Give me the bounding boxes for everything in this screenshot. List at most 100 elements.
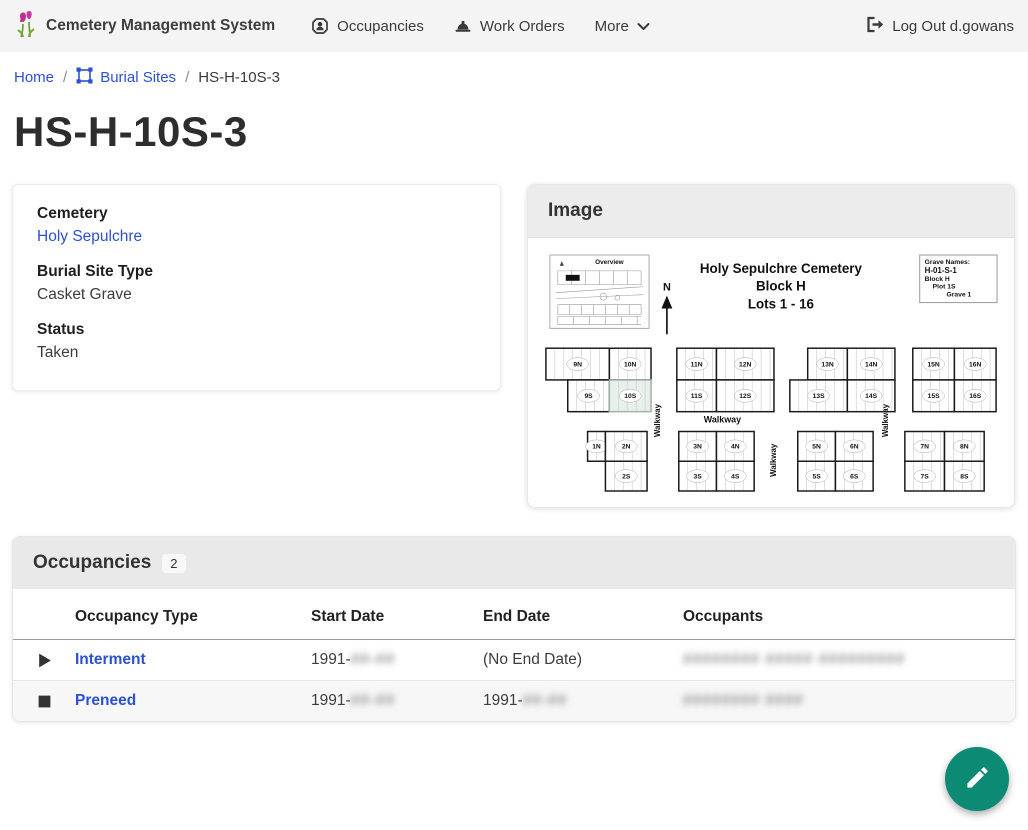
plot-cell-4S: 4S <box>716 461 754 491</box>
nav-item-work-orders[interactable]: Work Orders <box>454 18 565 35</box>
burial-site-details-card: Cemetery Holy Sepulchre Burial Site Type… <box>12 184 501 391</box>
top-navbar: Cemetery Management System Occupancies <box>0 0 1028 52</box>
plot-cell-15S: 15S <box>913 380 955 412</box>
plot-cell-13N: 13N <box>808 348 848 380</box>
svg-text:10S: 10S <box>624 393 636 400</box>
svg-text:3S: 3S <box>694 473 703 480</box>
column-header-type: Occupancy Type <box>75 608 311 626</box>
svg-text:Plot 1S: Plot 1S <box>933 284 956 291</box>
breadcrumb-burial-sites-link[interactable]: Burial Sites <box>76 67 176 88</box>
square-stop-icon <box>13 694 75 709</box>
table-header-row: Occupancy Type Start Date End Date Occup… <box>13 589 1015 640</box>
end-date-cell: (No End Date) <box>483 651 683 669</box>
redacted-text: ######## ##### ######### <box>683 651 905 668</box>
page-title: HS-H-10S-3 <box>0 94 1028 158</box>
plot-cell-8S: 8S <box>945 461 985 491</box>
svg-text:7S: 7S <box>921 473 930 480</box>
burial-site-icon <box>76 67 93 88</box>
svg-text:8N: 8N <box>960 444 969 451</box>
svg-text:6N: 6N <box>850 444 859 451</box>
svg-text:4N: 4N <box>731 444 740 451</box>
field-value: Taken <box>37 344 476 362</box>
walkway-label: Walkway <box>881 403 890 437</box>
svg-text:15N: 15N <box>927 361 939 368</box>
plot-cell-7S: 7S <box>905 461 945 491</box>
field-label: Burial Site Type <box>37 263 476 281</box>
app-brand[interactable]: Cemetery Management System <box>14 10 275 43</box>
plot-cell-4N: 4N <box>716 431 754 461</box>
svg-text:5N: 5N <box>812 444 821 451</box>
plot-cell-2S: 2S <box>605 461 647 491</box>
image-card-header: Image <box>528 185 1014 238</box>
map-title: Holy Sepulchre Cemetery Block H Lots 1 -… <box>700 261 863 312</box>
plot-cell-5S: 5S <box>798 461 836 491</box>
column-header-end: End Date <box>483 608 683 626</box>
plot-cell-16S: 16S <box>954 380 996 412</box>
play-icon <box>13 652 75 669</box>
svg-text:11S: 11S <box>691 393 703 400</box>
svg-text:Block H: Block H <box>925 276 950 283</box>
plot-cell-14N: 14N <box>847 348 895 380</box>
svg-text:16S: 16S <box>969 393 981 400</box>
occupancy-type-link[interactable]: Interment <box>75 651 146 668</box>
occupants-cell: ######## ##### ######### <box>683 651 1015 669</box>
svg-text:12S: 12S <box>739 393 751 400</box>
edit-fab-button[interactable] <box>945 747 1009 811</box>
hard-hat-icon <box>454 18 472 34</box>
plot-cell-11N: 11N <box>677 348 717 380</box>
chevron-down-icon <box>637 22 650 31</box>
svg-text:Holy Sepulchre Cemetery: Holy Sepulchre Cemetery <box>700 261 863 276</box>
nav-item-occupancies[interactable]: Occupancies <box>311 17 424 35</box>
field-status: Status Taken <box>37 321 476 362</box>
field-label: Cemetery <box>37 205 476 223</box>
svg-text:10N: 10N <box>624 361 636 368</box>
svg-text:Lots 1 - 16: Lots 1 - 16 <box>748 297 814 312</box>
column-header-start: Start Date <box>311 608 483 626</box>
plot-grid: 9N10N9S10S11N12N11S12S13N14N13S14S15N16N… <box>546 348 996 491</box>
svg-text:14S: 14S <box>865 393 877 400</box>
logout-button[interactable]: Log Out d.gowans <box>865 16 1014 37</box>
plot-cell-3S: 3S <box>679 461 717 491</box>
plot-cell-15N: 15N <box>913 348 955 380</box>
table-row-interment: Interment 1991-##-## (No End Date) #####… <box>13 640 1015 681</box>
redacted-text: ##-## <box>351 651 396 668</box>
nav-item-more[interactable]: More <box>595 18 650 35</box>
field-burial-site-type: Burial Site Type Casket Grave <box>37 263 476 304</box>
walkway-label: Walkway <box>653 403 662 437</box>
svg-text:Overview: Overview <box>595 259 625 266</box>
svg-text:13S: 13S <box>813 393 825 400</box>
plot-cell-5N: 5N <box>798 431 836 461</box>
nav-links: Occupancies Work Orders More <box>311 17 855 35</box>
plot-cell-11S: 11S <box>677 380 717 412</box>
svg-text:Grave 1: Grave 1 <box>946 292 971 299</box>
svg-text:9N: 9N <box>573 361 582 368</box>
app-title: Cemetery Management System <box>46 17 275 35</box>
start-date-cell: 1991-##-## <box>311 651 483 669</box>
breadcrumb: Home / Burial Sites / HS-H-10S-3 <box>0 52 1028 94</box>
north-arrow: N <box>661 282 672 335</box>
plot-cell-10S: 10S <box>609 380 651 412</box>
plot-cell-16N: 16N <box>954 348 996 380</box>
plot-cell-6S: 6S <box>835 461 873 491</box>
walkway-label: Walkway <box>769 443 778 477</box>
cemetery-link[interactable]: Holy Sepulchre <box>37 228 142 245</box>
svg-text:2S: 2S <box>622 473 631 480</box>
occupancy-type-link[interactable]: Preneed <box>75 692 136 709</box>
occupancies-count-badge: 2 <box>162 554 185 573</box>
start-date-cell: 1991-##-## <box>311 692 483 710</box>
occupancies-panel: Occupancies 2 Occupancy Type Start Date … <box>12 536 1016 722</box>
tulip-logo-icon <box>14 10 38 43</box>
breadcrumb-home-link[interactable]: Home <box>14 69 54 86</box>
plot-map-image: Overview N <box>528 238 1014 507</box>
column-header-occupants: Occupants <box>683 608 1015 626</box>
svg-text:15S: 15S <box>928 393 940 400</box>
logout-label: Log Out d.gowans <box>892 18 1014 35</box>
svg-text:16N: 16N <box>969 361 981 368</box>
breadcrumb-separator: / <box>185 69 189 86</box>
occupancies-icon <box>311 17 329 35</box>
content-row: Cemetery Holy Sepulchre Burial Site Type… <box>0 158 1028 508</box>
redacted-text: ######## #### <box>683 692 804 709</box>
image-card: Image Overview <box>527 184 1015 508</box>
svg-text:9S: 9S <box>584 393 593 400</box>
plot-cell-12S: 12S <box>716 380 774 412</box>
